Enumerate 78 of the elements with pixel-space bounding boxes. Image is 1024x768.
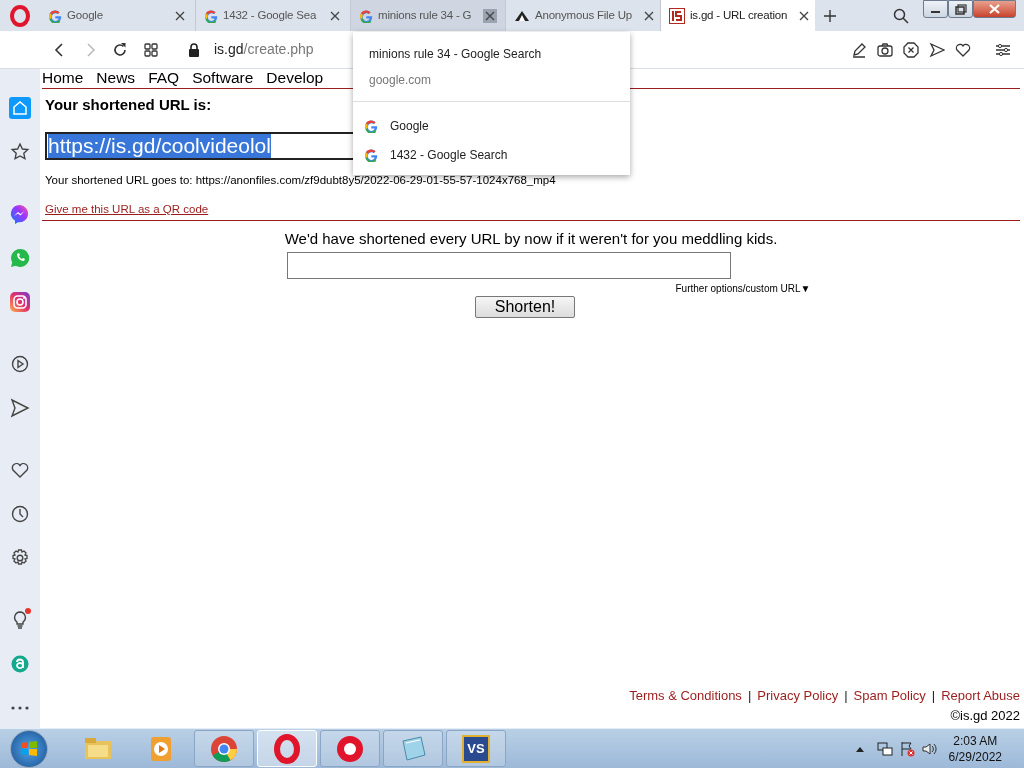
options-link[interactable]: Further options/custom URL▼	[675, 280, 811, 296]
google-icon	[48, 8, 62, 23]
heading: Your shortened URL is:	[45, 95, 212, 115]
back-icon[interactable]	[54, 41, 64, 58]
google-icon	[364, 148, 378, 162]
taskbar-button[interactable]: VS	[446, 730, 506, 767]
star-icon[interactable]	[9, 141, 31, 163]
lock-icon	[188, 41, 200, 58]
google-icon	[364, 119, 378, 133]
tab-title: minions rule 34 - G	[378, 7, 472, 23]
nav-link[interactable]: FAQ	[148, 69, 180, 87]
minimize-icon	[931, 10, 940, 13]
browser-tab[interactable]: is.gd - URL creation	[660, 0, 815, 31]
volume-icon	[920, 740, 937, 757]
heart-icon[interactable]	[955, 41, 971, 58]
flag-error-icon	[898, 740, 915, 757]
preview-title: minions rule 34 - Google Search	[369, 46, 542, 63]
footer-link[interactable]: Terms & Conditions	[629, 686, 742, 706]
nav-link[interactable]: Develop	[266, 69, 324, 87]
history-item[interactable]: 1432 - Google Search	[390, 146, 508, 164]
settings-icon[interactable]	[995, 41, 1011, 58]
camera-icon[interactable]	[877, 41, 893, 58]
separator: |	[844, 687, 848, 705]
google-icon	[359, 8, 373, 23]
nav-link[interactable]: Home	[42, 69, 84, 87]
isgd-icon	[669, 7, 685, 24]
tab-title: is.gd - URL creation	[690, 7, 788, 23]
footer-link[interactable]: Privacy Policy	[757, 686, 839, 706]
separator: |	[747, 687, 752, 705]
network-icon	[876, 740, 893, 757]
grid-icon[interactable]	[144, 41, 158, 58]
preview-domain: google.com	[369, 72, 432, 89]
restore-button[interactable]	[948, 0, 973, 18]
taskbar-button[interactable]	[194, 730, 254, 767]
tent-icon	[514, 9, 530, 22]
qr-code-link[interactable]: Give me this URL as a QR code	[45, 200, 209, 218]
clock-icon[interactable]	[9, 503, 31, 525]
vs-logo: VS	[460, 732, 492, 765]
instagram-icon[interactable]	[9, 291, 31, 313]
clock-date: 6/29/2022	[948, 748, 1002, 765]
url-text[interactable]: is.gd/create.php	[214, 39, 314, 60]
send-icon[interactable]	[929, 41, 945, 58]
letter-a-icon[interactable]	[9, 653, 31, 675]
shorten-button[interactable]: Shorten!	[475, 295, 575, 318]
clock-time: 2:03 AM	[953, 732, 998, 749]
minimize-button[interactable]	[923, 0, 948, 18]
start-button[interactable]	[10, 729, 48, 768]
restore-icon	[954, 3, 967, 15]
home-icon[interactable]	[9, 97, 31, 119]
block-icon[interactable]	[903, 41, 919, 58]
url-input-field[interactable]	[287, 251, 731, 279]
opera-icon	[271, 732, 303, 765]
send-icon[interactable]	[9, 397, 31, 419]
tagline: We'd have shortened every URL by now if it weren't for you meddling kids.	[284, 229, 778, 249]
new-tab-icon[interactable]	[823, 8, 837, 23]
taskbar-button[interactable]	[320, 730, 380, 767]
browser-tab[interactable]: minions rule 34 - G	[350, 0, 505, 31]
nav-link[interactable]: Software	[192, 69, 254, 87]
copyright: ©is.gd 2022	[950, 706, 1020, 725]
separator: |	[931, 687, 936, 705]
nav-link[interactable]: News	[96, 69, 136, 87]
close-button[interactable]	[973, 0, 1016, 18]
search-icon	[893, 7, 909, 24]
footer-link[interactable]: Spam Policy	[853, 686, 926, 706]
close-icon[interactable]	[483, 8, 497, 23]
destination-text: Your shortened URL goes to: https://anonfiles.com/zf9dubt8y5/2022-06-29-01-55-57-1024x768_mp4	[45, 172, 556, 188]
reload-icon[interactable]	[112, 41, 128, 58]
history-item[interactable]: Google	[390, 117, 429, 135]
google-icon	[204, 8, 218, 23]
messenger-icon[interactable]	[9, 203, 31, 225]
edit-icon[interactable]	[851, 41, 867, 58]
close-icon	[989, 4, 1000, 14]
tab-title: Google	[67, 7, 103, 23]
tab-title: Anonymous File Up	[535, 7, 632, 23]
tab-title: 1432 - Google Sea	[223, 7, 317, 23]
footer-link[interactable]: Report Abuse	[941, 686, 1020, 706]
play-icon[interactable]	[9, 353, 31, 375]
windows-logo-icon	[19, 738, 39, 759]
